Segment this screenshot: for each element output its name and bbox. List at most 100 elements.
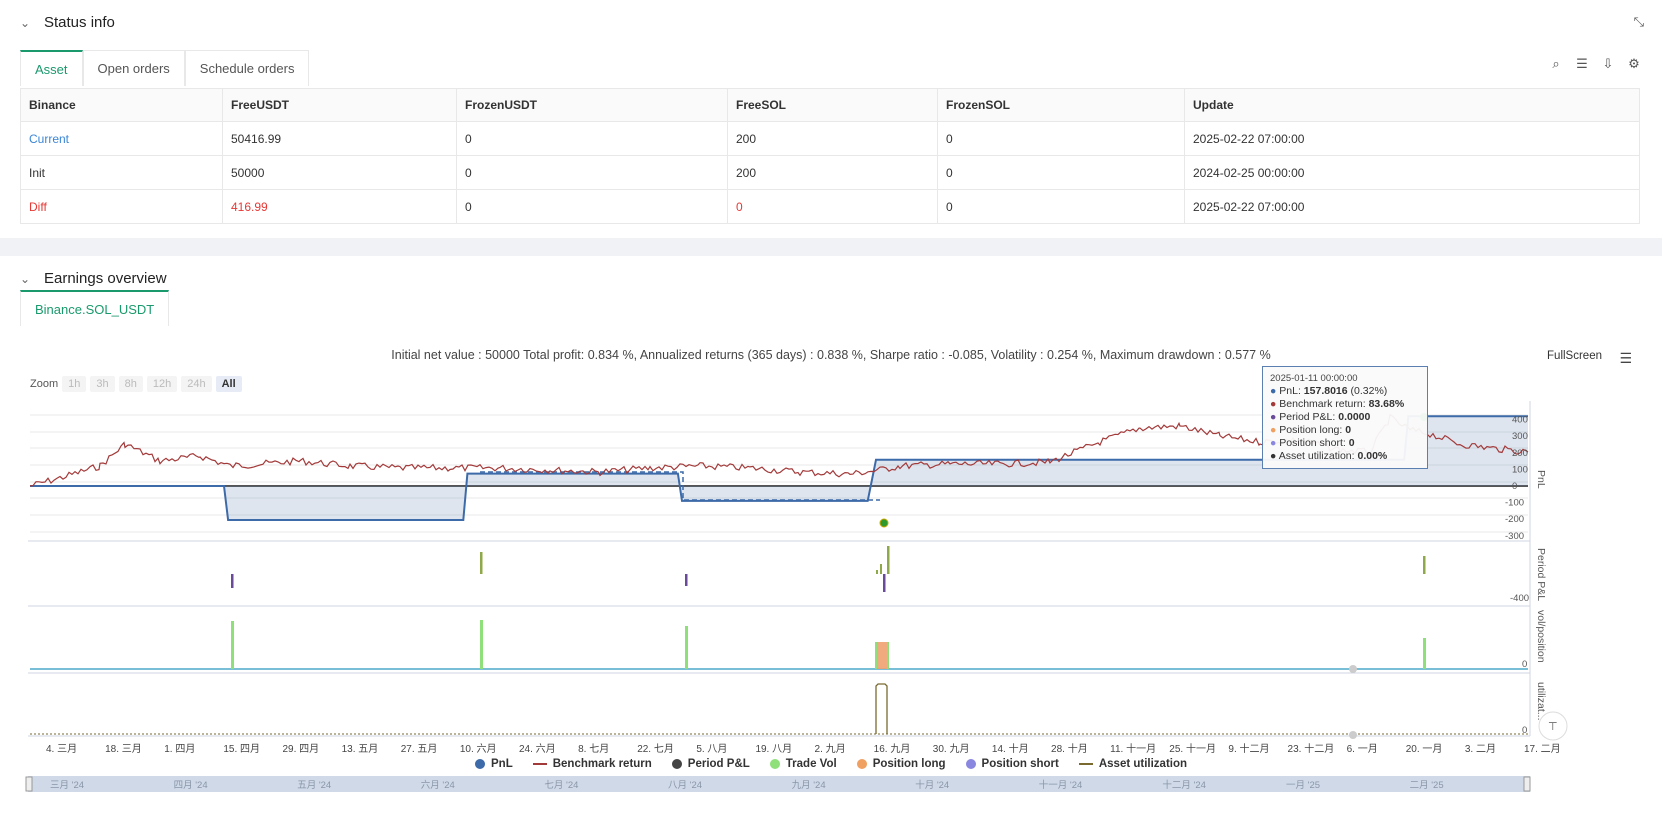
asset-table: Binance FreeUSDT FrozenUSDT FreeSOL Froz…: [20, 88, 1640, 224]
legend-item-asset-utilization[interactable]: Asset utilization: [1078, 758, 1188, 770]
row-label-init: Init: [20, 155, 223, 190]
status-info-header[interactable]: ⌄ Status info: [20, 14, 115, 31]
table-row: Init 50000 0 200 0 2024-02-25 00:00:00: [20, 155, 1640, 190]
table-cell: 200: [727, 155, 938, 190]
legend-item-position-long[interactable]: Position long: [856, 758, 946, 770]
table-cell: 2024-02-25 00:00:00: [1184, 155, 1640, 190]
period-bar: [685, 574, 688, 586]
tooltip-label: PnL:: [1279, 385, 1301, 397]
vol-bar: [480, 620, 483, 669]
legend-marker: [671, 759, 682, 769]
cloud-download-icon[interactable]: ⇩: [1600, 56, 1616, 72]
x-axis-tick: 18. 三月: [105, 743, 142, 755]
search-icon[interactable]: ⌕: [1548, 56, 1564, 72]
pnl-axis-tick: 0: [1512, 481, 1517, 492]
x-axis-tick: 14. 十月: [992, 742, 1029, 755]
tooltip-value: 0.0000: [1338, 411, 1371, 423]
navigator-tick: 一月 '25: [1286, 780, 1320, 791]
navigator-tick: 六月 '24: [421, 779, 455, 791]
x-axis-tick: 27. 五月: [401, 743, 438, 755]
utilization-marker: [1349, 731, 1357, 739]
x-axis-tick: 4. 三月: [46, 743, 77, 755]
navigator-tick: 十一月 '24: [1039, 779, 1083, 791]
tooltip-value: 83.68%: [1368, 398, 1405, 410]
x-axis-tick: 25. 十一月: [1169, 742, 1216, 755]
tab-open-orders[interactable]: Open orders: [82, 50, 185, 86]
chart-area: Initial net value : 50000 Total profit: …: [0, 256, 1662, 838]
tooltip-pct: (0.32%): [1350, 385, 1388, 397]
expand-icon[interactable]: ⤡: [1634, 14, 1644, 30]
x-axis-tick: 9. 十二月: [1228, 742, 1269, 755]
legend-item-trade-vol[interactable]: Trade Vol: [769, 758, 837, 770]
x-axis-tick: 22. 七月: [637, 743, 674, 755]
navigator-tick: 四月 '24: [174, 780, 208, 791]
vol-bar: [231, 621, 234, 669]
chevron-down-icon[interactable]: ⌄: [20, 16, 34, 30]
pnl-axis-tick: 300: [1512, 431, 1528, 442]
section-title: Status info: [44, 14, 115, 31]
tab-schedule-orders[interactable]: Schedule orders: [184, 50, 310, 86]
period-pnl-bars: [231, 546, 1426, 592]
legend-marker: [769, 759, 780, 769]
earnings-chart[interactable]: 400 300 200 100 0 -100 -200 -300 -400 0 0 PnL P…: [0, 256, 1662, 838]
table-row: Current 50416.99 0 200 0 2025-02-22 07:0…: [20, 121, 1640, 156]
table-cell: 0: [937, 155, 1185, 190]
navigator-tick: 八月 '24: [668, 780, 702, 791]
period-bar: [231, 574, 234, 588]
col-header: Binance: [20, 88, 223, 122]
legend-marker: [856, 759, 867, 769]
col-header: FrozenSOL: [937, 88, 1185, 122]
legend-item-position-short[interactable]: Position short: [965, 758, 1059, 770]
x-axis-tick: 1. 四月: [164, 743, 195, 755]
tooltip-label: Period P&L:: [1279, 411, 1336, 423]
table-cell: 0: [937, 121, 1185, 156]
legend-marker: [965, 759, 976, 769]
x-axis-tick: 6. 一月: [1347, 743, 1378, 755]
table-tools: ⌕ ☰ ⇩ ⚙: [1548, 56, 1642, 72]
col-header: FreeUSDT: [222, 88, 457, 122]
status-tabs: Asset Open orders Schedule orders: [20, 50, 310, 86]
row-label-diff: Diff: [20, 189, 223, 224]
table-cell: 50416.99: [222, 121, 457, 156]
col-header: FrozenUSDT: [456, 88, 728, 122]
x-axis-tick: 5. 八月: [696, 743, 727, 755]
period-bar: [480, 552, 483, 574]
table-header-row: Binance FreeUSDT FrozenUSDT FreeSOL Froz…: [20, 88, 1640, 122]
x-axis-tick: 29. 四月: [282, 743, 319, 755]
tooltip-value: 157.8016: [1303, 385, 1348, 397]
x-axis-tick: 17. 二月: [1524, 743, 1561, 755]
x-axis-tick: 20. 一月: [1406, 743, 1443, 755]
legend-item-pnl[interactable]: PnL: [475, 758, 513, 770]
position-marker: [1349, 665, 1357, 673]
x-axis-tick: 2. 九月: [815, 743, 846, 755]
period-bar: [883, 574, 886, 592]
vol-bar: [1423, 638, 1426, 669]
legend-label: PnL: [491, 758, 513, 770]
gear-icon[interactable]: ⚙: [1626, 56, 1642, 72]
table-cell: 0: [456, 155, 728, 190]
legend-item-benchmark[interactable]: Benchmark return: [532, 758, 652, 770]
tab-asset[interactable]: Asset: [20, 50, 83, 86]
tooltip-label: Position short:: [1279, 437, 1346, 449]
table-cell: 0: [727, 189, 938, 224]
tooltip-value: 0.00%: [1357, 450, 1388, 462]
period-bar: [880, 564, 882, 574]
navigator-tick: 九月 '24: [792, 779, 826, 791]
navigator-tick: 七月 '24: [544, 780, 578, 791]
utilization-line: [875, 683, 888, 734]
navigator-handle-left: [25, 776, 33, 792]
x-axis-tick: 24. 六月: [519, 743, 556, 755]
legend-label: Asset utilization: [1098, 758, 1188, 770]
list-icon[interactable]: ☰: [1574, 56, 1590, 72]
period-bar: [1423, 556, 1426, 574]
legend-item-period[interactable]: Period P&L: [671, 758, 750, 770]
chart-tooltip: 2025-01-11 00:00:00 ● PnL: 157.8016 (0.3…: [1262, 366, 1428, 469]
tooltip-long: ● Position long: 0: [1270, 424, 1352, 436]
tooltip-time: 2025-01-11 00:00:00: [1270, 373, 1358, 384]
x-axis-tick: 3. 二月: [1465, 743, 1496, 755]
vol-bar: [685, 626, 688, 669]
col-header: Update: [1184, 88, 1640, 122]
row-label-current[interactable]: Current: [20, 121, 223, 156]
x-axis-ticks: 4. 三月 18. 三月 1. 四月 15. 四月 29. 四月 13. 五月 27. 五月…: [46, 742, 1561, 755]
tooltip-short: ● Position short: 0: [1270, 437, 1355, 449]
